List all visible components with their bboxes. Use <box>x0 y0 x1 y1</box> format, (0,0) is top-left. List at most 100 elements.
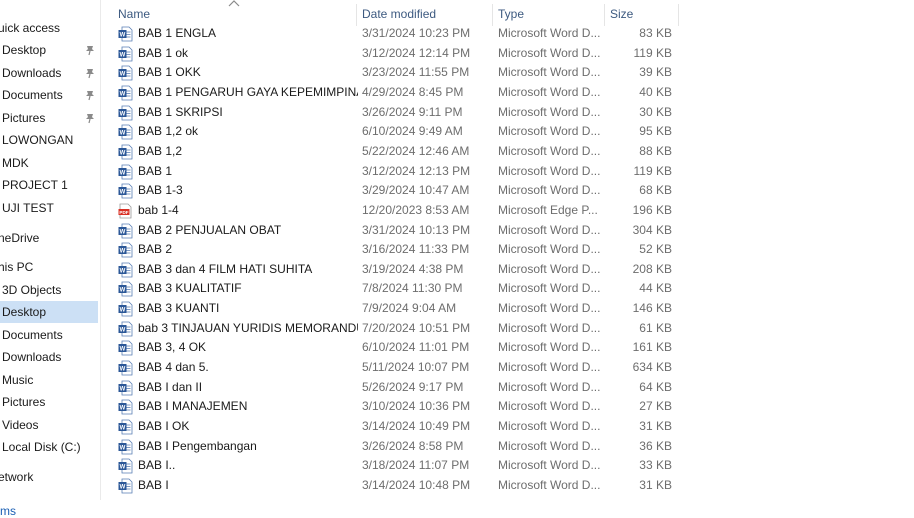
nav-item[interactable]: Downloads <box>0 346 98 368</box>
nav-item[interactable]: Music <box>0 369 98 391</box>
file-type: Microsoft Word D... <box>498 45 601 60</box>
navigation-pane: uick access Desktop Downloads Documents Pict… <box>0 0 100 514</box>
word-doc-icon: W <box>118 321 133 337</box>
file-row[interactable]: W BAB 1 ENGLA 3/31/2024 10:23 PM Microsoft … <box>112 24 678 44</box>
file-date-modified: 6/10/2024 11:01 PM <box>362 340 470 355</box>
nav-item[interactable]: Downloads <box>0 62 98 84</box>
file-date-modified: 3/23/2024 11:55 PM <box>362 65 470 80</box>
file-row[interactable]: W BAB 3 KUANTI 7/9/2024 9:04 AM Microsoft W… <box>112 299 678 319</box>
file-row[interactable]: W BAB 1 SKRIPSI 3/26/2024 9:11 PM Microsoft… <box>112 103 678 123</box>
file-row[interactable]: W BAB 1,2 ok 6/10/2024 9:49 AM Microsoft Wo… <box>112 122 678 142</box>
column-separator[interactable] <box>604 4 605 26</box>
file-row[interactable]: Wbab 3 TINJAUAN YURIDIS MEMORANDU... 7/20… <box>112 319 678 339</box>
svg-text:W: W <box>120 485 126 491</box>
nav-item-label: Documents <box>2 328 63 342</box>
file-row[interactable]: W BAB 3, 4 OK 6/10/2024 11:01 PM Microsoft … <box>112 338 678 358</box>
file-row[interactable]: W BAB I Pengembangan 3/26/2024 8:58 PM Micr… <box>112 437 678 457</box>
file-row[interactable]: W BAB 2 3/16/2024 11:33 PM Microsoft Word D… <box>112 240 678 260</box>
file-type: Microsoft Word D... <box>498 26 601 40</box>
svg-text:W: W <box>120 347 126 353</box>
word-doc-icon: W <box>118 282 133 297</box>
nav-item[interactable]: uick access <box>0 17 98 39</box>
svg-text:W: W <box>120 268 126 274</box>
file-row[interactable]: W BAB 3 KUALITATIF 7/8/2024 11:30 PM Micros… <box>112 279 678 299</box>
file-size: 33 KB <box>639 458 672 473</box>
file-size: 196 KB <box>632 202 672 217</box>
file-size: 64 KB <box>639 379 672 394</box>
nav-item-label: Desktop <box>2 305 47 319</box>
file-row[interactable]: W BAB I 3/14/2024 10:48 PM Microsoft Word D… <box>112 476 678 496</box>
file-name: BAB 1 ENGLA <box>138 26 217 40</box>
file-date-modified: 3/10/2024 10:36 PM <box>362 399 471 414</box>
file-row[interactable]: W BAB 3 dan 4 FILM HATI SUHITA 3/19/2024 4… <box>112 260 678 280</box>
file-row[interactable]: W BAB I OK 3/14/2024 10:49 PM Microsoft Wor… <box>112 417 678 437</box>
nav-item[interactable]: Desktop <box>0 301 98 323</box>
nav-item[interactable]: PROJECT 1 <box>0 174 98 196</box>
nav-item[interactable]: Pictures <box>0 391 98 413</box>
file-row[interactable]: W BAB 1-3 3/29/2024 10:47 AM Microsoft Word… <box>112 181 678 201</box>
word-doc-icon: W <box>118 105 133 120</box>
nav-item-label: Music <box>2 373 34 387</box>
nav-item[interactable]: UJI TEST <box>0 197 98 219</box>
file-type: Microsoft Word D... <box>498 438 601 453</box>
nav-item[interactable]: etwork <box>0 466 98 488</box>
file-date-modified: 3/31/2024 10:23 PM <box>362 26 471 40</box>
file-name: BAB I <box>138 477 169 492</box>
column-separator[interactable] <box>356 4 357 26</box>
status-text-partial: ms <box>0 504 16 518</box>
nav-item-label: LOWONGAN <box>2 133 74 147</box>
file-type: Microsoft Word D... <box>498 301 601 316</box>
file-name: BAB 3, 4 OK <box>138 340 207 355</box>
svg-text:W: W <box>120 190 126 196</box>
file-date-modified: 3/18/2024 11:07 PM <box>362 458 470 473</box>
svg-text:W: W <box>120 367 126 373</box>
file-size: 31 KB <box>639 477 672 492</box>
nav-item[interactable]: Documents <box>0 324 98 346</box>
nav-item[interactable]: MDK <box>0 152 98 174</box>
nav-item[interactable]: his PC <box>0 256 98 278</box>
file-row[interactable]: W BAB 1 ok 3/12/2024 12:14 PM Microsoft Wor… <box>112 44 678 64</box>
svg-text:W: W <box>120 150 126 156</box>
file-row[interactable]: W BAB 1 OKK 3/23/2024 11:55 PM Microsoft Wo… <box>112 63 678 83</box>
file-row[interactable]: PDF bab 1-4 12/20/2023 8:53 AM Microsoft Ed… <box>112 201 678 221</box>
word-doc-icon: W <box>118 458 133 474</box>
file-type: Microsoft Word D... <box>498 261 601 276</box>
pane-divider[interactable] <box>100 0 101 500</box>
nav-item[interactable]: neDrive <box>0 227 98 249</box>
nav-item[interactable]: Desktop <box>0 39 98 61</box>
file-size: 208 KB <box>632 261 672 276</box>
file-type: Microsoft Word D... <box>498 242 601 257</box>
nav-item[interactable]: Pictures <box>0 107 98 129</box>
word-doc-icon: W <box>118 301 133 317</box>
word-doc-icon: W <box>118 183 133 199</box>
nav-item[interactable]: Documents <box>0 84 98 106</box>
file-row[interactable]: W BAB 1,2 5/22/2024 12:46 AM Microsoft Word… <box>112 142 678 162</box>
file-date-modified: 7/20/2024 10:51 PM <box>362 320 471 335</box>
file-date-modified: 3/31/2024 10:13 PM <box>362 222 471 237</box>
file-type: Microsoft Word D... <box>498 104 601 119</box>
file-date-modified: 3/12/2024 12:14 PM <box>362 45 471 60</box>
column-separator[interactable] <box>492 4 493 26</box>
file-row[interactable]: W BAB 1 PENGARUH GAYA KEPEMIMPINAN 4/29/20… <box>112 83 678 103</box>
nav-item-label: Downloads <box>2 350 62 364</box>
file-row[interactable]: W BAB I MANAJEMEN 3/10/2024 10:36 PM Micros… <box>112 397 678 417</box>
file-name: BAB 1 PENGARUH GAYA KEPEMIMPINAN <box>138 84 358 99</box>
file-row[interactable]: W BAB I.. 3/18/2024 11:07 PM Microsoft Word… <box>112 456 678 476</box>
file-row[interactable]: W BAB 2 PENJUALAN OBAT 3/31/2024 10:13 PM M… <box>112 221 678 241</box>
file-type: Microsoft Word D... <box>498 281 601 296</box>
nav-item[interactable]: Videos <box>0 414 98 436</box>
nav-item[interactable]: Local Disk (C:) <box>0 436 98 458</box>
file-type: Microsoft Word D... <box>498 379 601 394</box>
file-date-modified: 5/26/2024 9:17 PM <box>362 379 464 394</box>
nav-item[interactable]: LOWONGAN <box>0 129 98 151</box>
svg-text:W: W <box>120 111 126 117</box>
file-row[interactable]: W BAB 1 3/12/2024 12:13 PM Microsoft Word D… <box>112 162 678 182</box>
file-row[interactable]: W BAB 4 dan 5. 5/11/2024 10:07 PM Microsoft… <box>112 358 678 378</box>
file-size: 88 KB <box>639 143 672 158</box>
file-date-modified: 12/20/2023 8:53 AM <box>362 202 470 217</box>
file-date-modified: 3/14/2024 10:49 PM <box>362 419 471 433</box>
nav-item[interactable]: 3D Objects <box>0 279 98 301</box>
file-size: 30 KB <box>639 104 672 119</box>
file-row[interactable]: W BAB I dan II 5/26/2024 9:17 PM Microsoft … <box>112 378 678 398</box>
column-separator[interactable] <box>678 4 679 26</box>
